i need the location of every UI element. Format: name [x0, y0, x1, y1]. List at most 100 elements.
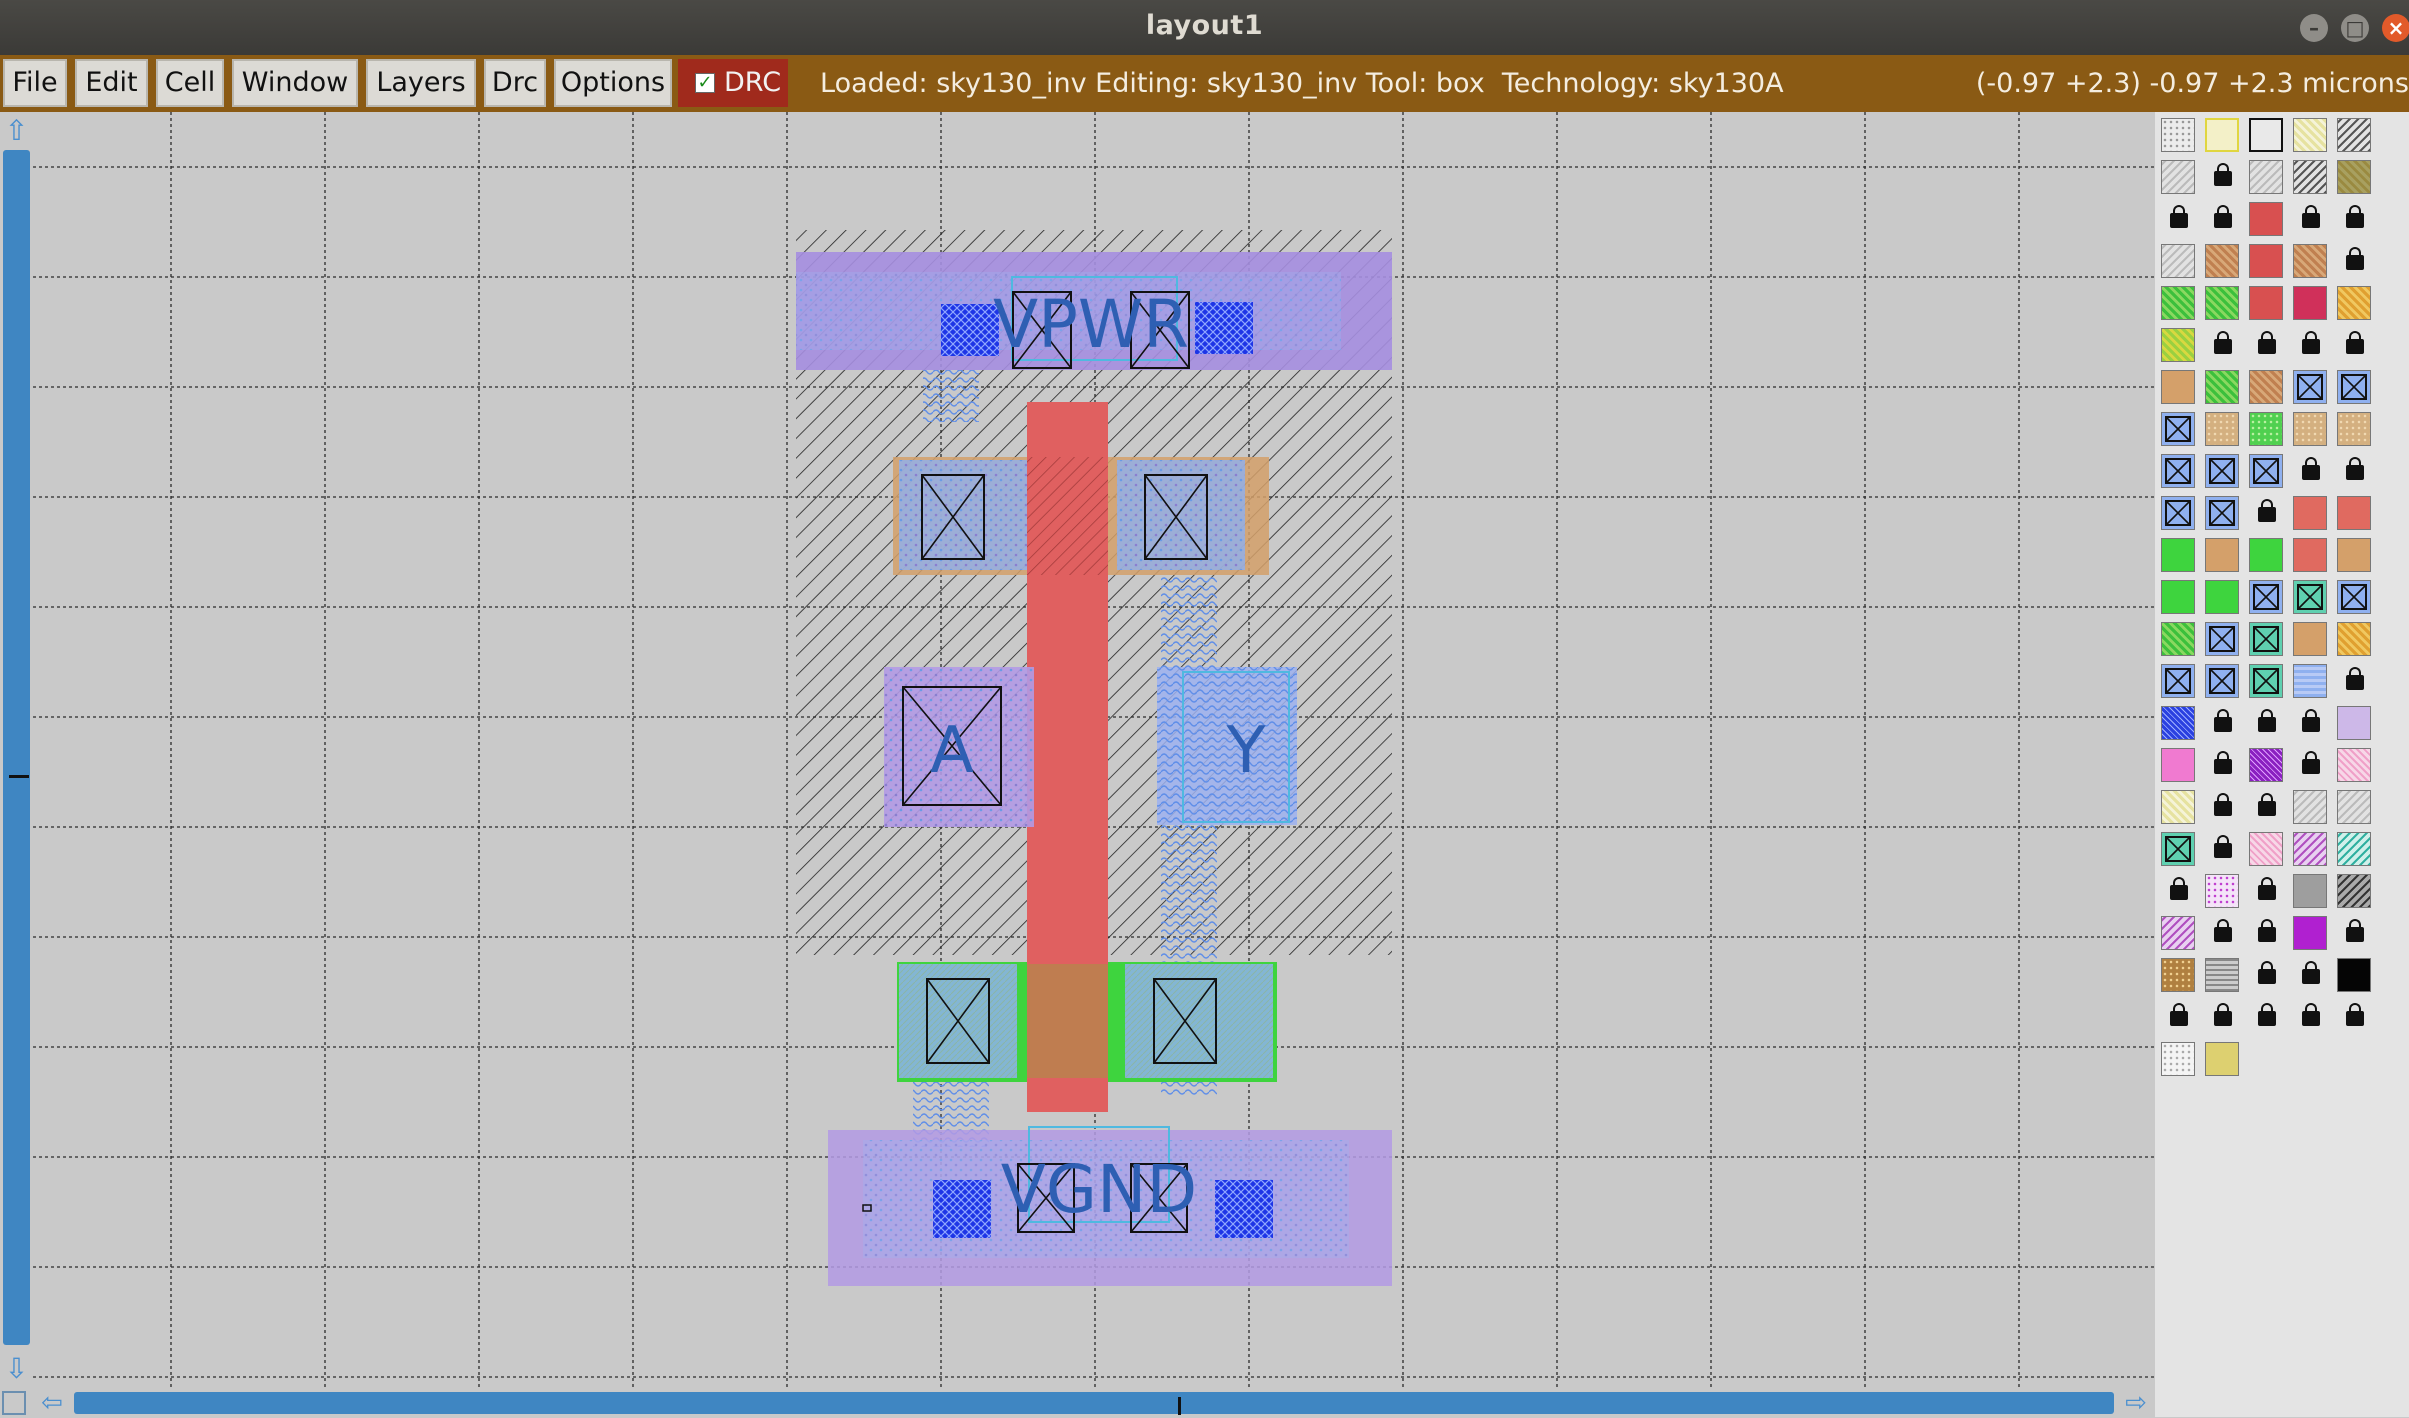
layer-swatch-green[interactable]	[2205, 580, 2239, 614]
lock-icon[interactable]	[2249, 874, 2283, 908]
layer-swatch-xbox-blue[interactable]	[2205, 496, 2239, 530]
layer-swatch-tan[interactable]	[2293, 622, 2327, 656]
lock-icon[interactable]	[2161, 1000, 2195, 1034]
lock-icon[interactable]	[2205, 748, 2239, 782]
layer-swatch-brown-dots[interactable]	[2161, 958, 2195, 992]
layer-swatch-green-hatch[interactable]	[2161, 286, 2195, 320]
layer-swatch-teal-hatch[interactable]	[2337, 832, 2371, 866]
layer-swatch-tan-dots[interactable]	[2337, 412, 2371, 446]
layer-swatch-green-hatch[interactable]	[2205, 370, 2239, 404]
lock-icon[interactable]	[2293, 1000, 2327, 1034]
lock-icon[interactable]	[2249, 496, 2283, 530]
layer-swatch-green-hatch[interactable]	[2205, 286, 2239, 320]
pin-a[interactable]: A	[884, 667, 1034, 827]
layer-swatch-purple-hatch[interactable]	[2161, 916, 2195, 950]
lock-icon[interactable]	[2337, 244, 2371, 278]
layer-swatch-xbox-teal[interactable]	[2249, 664, 2283, 698]
layer-swatch-xbox-blue[interactable]	[2205, 454, 2239, 488]
lock-icon[interactable]	[2205, 832, 2239, 866]
layer-swatch-xbox-blue[interactable]	[2293, 370, 2327, 404]
layer-swatch-gray-wave[interactable]	[2205, 958, 2239, 992]
layer-swatch-xbox-blue[interactable]	[2161, 454, 2195, 488]
layer-swatch-yellow-green-hatch[interactable]	[2161, 328, 2195, 362]
layer-swatch-pink-hatch[interactable]	[2249, 832, 2283, 866]
layer-swatch-yellow-hatch[interactable]	[2161, 790, 2195, 824]
layer-swatch-xbox-blue[interactable]	[2249, 580, 2283, 614]
lock-icon[interactable]	[2293, 202, 2327, 236]
lock-icon[interactable]	[2293, 706, 2327, 740]
lock-icon[interactable]	[2205, 706, 2239, 740]
layer-swatch-dots-gray[interactable]	[2161, 118, 2195, 152]
lock-icon[interactable]	[2337, 1000, 2371, 1034]
lock-icon[interactable]	[2337, 328, 2371, 362]
layer-swatch-xbox-blue[interactable]	[2161, 664, 2195, 698]
layer-swatch-dark-hatch[interactable]	[2337, 874, 2371, 908]
lock-icon[interactable]	[2337, 916, 2371, 950]
horizontal-scroll-thumb[interactable]	[74, 1392, 2114, 1415]
layer-swatch-xbox-blue[interactable]	[2337, 370, 2371, 404]
menu-cell[interactable]: Cell	[156, 59, 224, 107]
layer-swatch-green-dots[interactable]	[2249, 412, 2283, 446]
scroll-down-icon[interactable]: ⇩	[3, 1354, 30, 1384]
zoom-box-icon[interactable]	[2, 1391, 26, 1415]
layer-swatch-xbox-blue[interactable]	[2161, 412, 2195, 446]
pin-y[interactable]: Y	[1157, 667, 1297, 825]
layer-swatch-white-dots[interactable]	[2161, 1042, 2195, 1076]
layer-swatch-tan-hatch[interactable]	[2205, 244, 2239, 278]
layer-swatch-tan-hatch[interactable]	[2293, 244, 2327, 278]
layer-swatch-tan-dots[interactable]	[2205, 412, 2239, 446]
layer-swatch-tan-dots[interactable]	[2293, 412, 2327, 446]
menu-drc[interactable]: Drc	[484, 59, 546, 107]
layer-swatch-xbox-blue[interactable]	[2161, 496, 2195, 530]
layer-swatch-light-blue[interactable]	[2293, 664, 2327, 698]
layer-swatch-xbox-blue[interactable]	[2205, 664, 2239, 698]
layer-swatch-tan[interactable]	[2337, 538, 2371, 572]
layer-swatch-salmon[interactable]	[2293, 496, 2327, 530]
close-button[interactable]: ×	[2382, 14, 2409, 42]
layer-swatch-green-hatch[interactable]	[2161, 622, 2195, 656]
layer-swatch-black-outline[interactable]	[2249, 118, 2283, 152]
vertical-scroll-thumb[interactable]	[3, 150, 30, 1345]
layer-swatch-green[interactable]	[2161, 580, 2195, 614]
lock-icon[interactable]	[2337, 454, 2371, 488]
layer-swatch-salmon[interactable]	[2293, 538, 2327, 572]
layer-swatch-green[interactable]	[2161, 538, 2195, 572]
layer-swatch-xbox-teal[interactable]	[2161, 832, 2195, 866]
layer-swatch-xbox-blue[interactable]	[2337, 580, 2371, 614]
lock-icon[interactable]	[2249, 916, 2283, 950]
lock-icon[interactable]	[2205, 160, 2239, 194]
lock-icon[interactable]	[2249, 328, 2283, 362]
layer-swatch-xbox-teal[interactable]	[2249, 622, 2283, 656]
drc-checkbox[interactable]: ✓	[695, 73, 715, 93]
menu-layers[interactable]: Layers	[366, 59, 476, 107]
layer-swatch-red[interactable]	[2249, 244, 2283, 278]
lock-icon[interactable]	[2205, 202, 2239, 236]
layer-swatch-gray-light[interactable]	[2161, 244, 2195, 278]
layer-swatch-gray-light[interactable]	[2161, 160, 2195, 194]
menu-edit[interactable]: Edit	[75, 59, 148, 107]
drc-toggle[interactable]: ✓ DRC	[678, 59, 788, 107]
layer-swatch-tan[interactable]	[2205, 538, 2239, 572]
layer-swatch-xbox-teal[interactable]	[2293, 580, 2327, 614]
layer-swatch-lavender[interactable]	[2337, 706, 2371, 740]
layer-swatch-blue-grid[interactable]	[2161, 706, 2195, 740]
layer-swatch-purple-dots[interactable]	[2205, 874, 2239, 908]
horizontal-scrollbar[interactable]: ⇦ ⇨	[0, 1389, 2155, 1417]
layer-swatch-yellow-outline[interactable]	[2205, 118, 2239, 152]
layer-swatch-gray[interactable]	[2293, 874, 2327, 908]
menu-file[interactable]: File	[3, 59, 67, 107]
lock-icon[interactable]	[2205, 1000, 2239, 1034]
layer-swatch-tan[interactable]	[2161, 370, 2195, 404]
lock-icon[interactable]	[2293, 328, 2327, 362]
scroll-up-icon[interactable]: ⇧	[3, 116, 30, 146]
layer-swatch-purple-hatch[interactable]	[2293, 832, 2327, 866]
layer-swatch-gray-light[interactable]	[2293, 790, 2327, 824]
lock-icon[interactable]	[2205, 916, 2239, 950]
layer-swatch-green[interactable]	[2249, 538, 2283, 572]
layer-palette[interactable]	[2155, 112, 2409, 1417]
layer-swatch-tan-hatch[interactable]	[2249, 370, 2283, 404]
layer-swatch-magenta[interactable]	[2293, 916, 2327, 950]
layer-swatch-olive-hatch[interactable]	[2337, 160, 2371, 194]
layer-swatch-orange-hatch[interactable]	[2337, 622, 2371, 656]
layer-swatch-gray-hatch[interactable]	[2337, 118, 2371, 152]
